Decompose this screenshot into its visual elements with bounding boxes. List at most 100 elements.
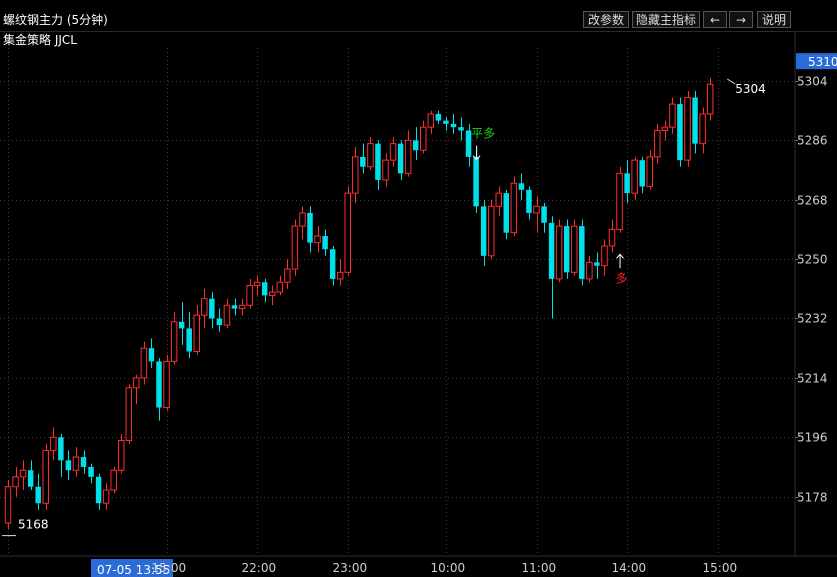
candle-body [427,113,435,128]
candlestick-chart[interactable]: 5178519652145232525052685286530407-05 13… [0,0,837,577]
candle-body [209,298,215,319]
x-tick-label: 15:00 [703,561,738,575]
candle-body [19,469,27,478]
candle-body [125,387,133,442]
candle-body [276,281,284,293]
candle-body [102,489,110,504]
high-price-label: 5304 [735,82,766,96]
candle-body [352,156,359,194]
candle-body [50,436,57,451]
candle-body [389,143,397,161]
candle-body [503,193,510,233]
candle-body [404,139,412,174]
candle-body [412,140,419,151]
candle-body [72,456,80,471]
candle-body [133,377,140,389]
candle-body [518,183,525,190]
candle-body [246,285,253,306]
y-tick-label: 5232 [797,312,828,326]
candle-body [608,228,616,247]
candle-body [487,205,495,257]
candle-body [435,113,442,121]
candle-body [699,113,706,145]
candle-body [571,225,578,273]
candle-body [367,143,374,168]
candle-body [601,245,608,267]
candle-body [624,173,630,194]
candle-body [443,120,449,124]
candle-body [12,476,19,488]
candle-body [541,206,547,223]
candle-body [382,159,389,181]
candle-body [193,314,200,352]
y-tick-label: 5304 [797,75,828,89]
candle-body [65,460,72,471]
candle-body [533,205,540,214]
candle-body [329,249,336,279]
candle-body [216,318,223,326]
candle-body [42,449,49,504]
x-tick-label: 22:00 [242,561,277,575]
candle-body [684,96,691,161]
x-tick-label: 10:00 [431,561,466,575]
candle-body [646,156,653,188]
arrow-up-icon [616,253,624,269]
y-tick-label: 5250 [797,253,828,267]
candle-body [88,466,94,477]
candle-body [223,304,231,326]
x-tick-label: 15:00 [152,561,187,575]
candle-body [148,348,155,362]
candle-body [360,156,366,167]
candle-body [156,361,162,408]
signal-long-label: 多 [616,271,628,285]
candle-body [178,321,185,329]
candle-body [563,226,570,273]
candle-body [458,127,464,131]
x-tick-label: 11:00 [522,561,557,575]
signal-close-long-label: 平多 [471,127,495,141]
candle-body [548,222,555,279]
candle-body [661,126,669,131]
candle-body [4,486,12,524]
candle-body [284,268,291,283]
candle-body [344,192,351,273]
candle-body [27,470,34,487]
candle-body [231,305,238,309]
candle-body [140,347,148,379]
candle-body [163,360,170,409]
current-price-label: 5310 [808,55,837,69]
candle-body [654,129,661,158]
candle-body [291,225,299,270]
candle-body [526,189,532,213]
candle-body [669,103,676,128]
candle-body [336,271,344,280]
candle-body [375,143,381,180]
candle-body [495,192,502,207]
candle-body [170,321,178,362]
x-tick-label: 14:00 [612,561,647,575]
candle-body [473,156,479,207]
candle-body [253,281,261,287]
candle-body [480,206,487,256]
candle-body [322,236,328,250]
candle-body [450,123,457,128]
y-tick-label: 5178 [797,491,828,505]
candle-body [639,160,645,187]
candle-body [35,486,41,504]
low-price-label: 5168 [18,518,49,532]
candle-body [616,172,623,230]
x-tick-label: 23:00 [333,561,368,575]
candle-body [586,261,593,280]
candle-body [555,225,563,280]
candle-body [314,235,321,244]
candle-body [80,457,87,467]
candle-body [397,143,404,174]
candle-body [95,476,102,504]
candle-body [261,282,268,296]
candle-body [58,437,64,461]
candle-body [118,440,125,471]
candle-body [692,97,698,144]
candle-body [420,126,427,151]
candle-body [594,262,600,266]
y-tick-label: 5214 [797,372,828,386]
